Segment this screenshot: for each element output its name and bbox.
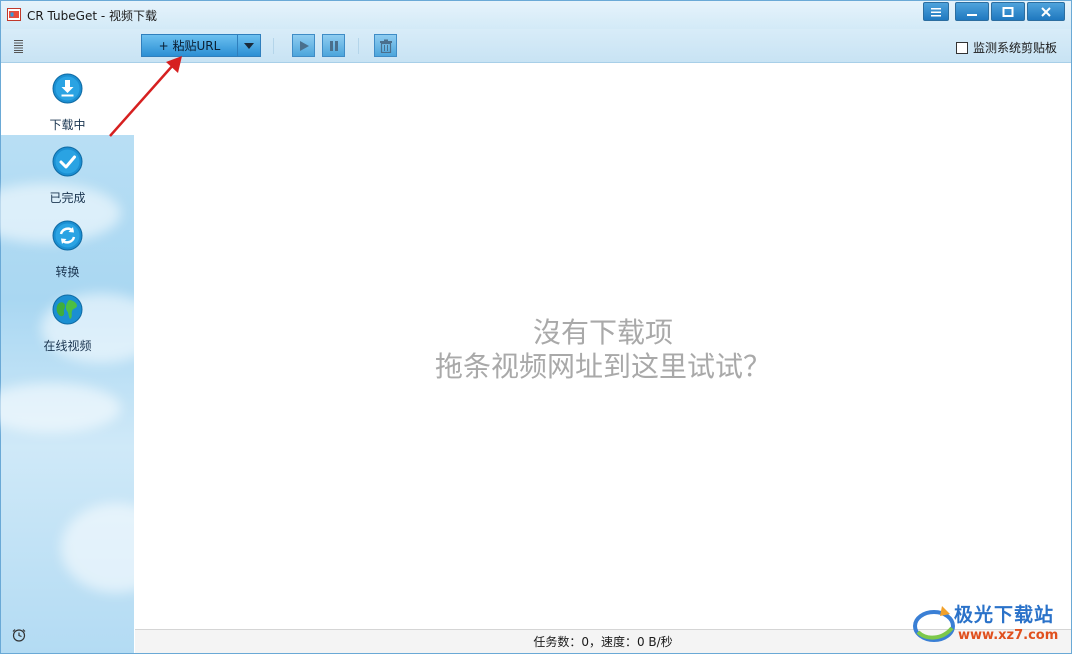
download-list-area[interactable]: 沒有下载项 拖条视频网址到这里试试？ <box>135 63 1071 629</box>
minimize-button[interactable] <box>955 2 989 21</box>
main-menu-button[interactable] <box>923 2 949 21</box>
trash-icon <box>379 39 392 53</box>
clock-icon[interactable] <box>12 628 26 642</box>
window-title: CR TubeGet - 视频下载 <box>27 9 157 23</box>
convert-icon <box>52 220 83 251</box>
close-icon <box>1041 6 1051 17</box>
sidebar: 下载中 已完成 转换 在线视频 <box>0 63 171 653</box>
toolbar-separator <box>358 38 359 54</box>
sidebar-item-online-video[interactable]: 在线视频 <box>1 284 134 356</box>
sidebar-item-label: 已完成 <box>49 191 86 205</box>
app-logo-icon <box>7 8 21 21</box>
empty-state-hint: 拖条视频网址到这里试试？ <box>434 350 771 383</box>
title-bar[interactable]: CR TubeGet - 视频下载 <box>1 1 1071 29</box>
sidebar-item-convert[interactable]: 转换 <box>1 210 134 282</box>
globe-icon <box>52 294 83 325</box>
sidebar-item-completed[interactable]: 已完成 <box>1 136 134 208</box>
hamburger-icon <box>931 7 941 16</box>
pause-button[interactable] <box>322 34 345 57</box>
monitor-clipboard-checkbox[interactable] <box>955 41 968 54</box>
toolbar-separator <box>273 38 274 54</box>
chevron-down-icon <box>244 42 254 49</box>
download-icon <box>52 73 83 104</box>
close-button[interactable] <box>1027 2 1065 21</box>
annotation-arrow <box>109 56 182 137</box>
minimize-icon <box>967 13 977 16</box>
watermark-name: 极光下载站 <box>954 604 1055 626</box>
sidebar-item-label: 在线视频 <box>43 339 92 353</box>
watermark-logo-icon <box>913 606 955 642</box>
maximize-button[interactable] <box>991 2 1025 21</box>
status-text: 任务数：0，速度：0 B/秒 <box>533 635 673 649</box>
start-button[interactable] <box>292 34 315 57</box>
sidebar-cloud-decoration <box>0 383 121 433</box>
watermark-url: www.xz7.com <box>958 628 1059 643</box>
maximize-icon <box>1002 6 1014 17</box>
sidebar-item-label: 转换 <box>55 265 80 279</box>
pause-icon <box>329 40 338 51</box>
check-icon <box>52 146 83 177</box>
watermark: 极光下载站 www.xz7.com <box>912 598 1064 648</box>
monitor-clipboard-label: 监测系统剪贴板 <box>972 41 1057 55</box>
monitor-clipboard-toggle[interactable]: 监测系统剪贴板 <box>955 39 1057 56</box>
play-icon <box>299 40 309 51</box>
task-list-icon[interactable] <box>13 40 25 53</box>
paste-url-dropdown-button[interactable] <box>237 34 261 57</box>
delete-button[interactable] <box>374 34 397 57</box>
